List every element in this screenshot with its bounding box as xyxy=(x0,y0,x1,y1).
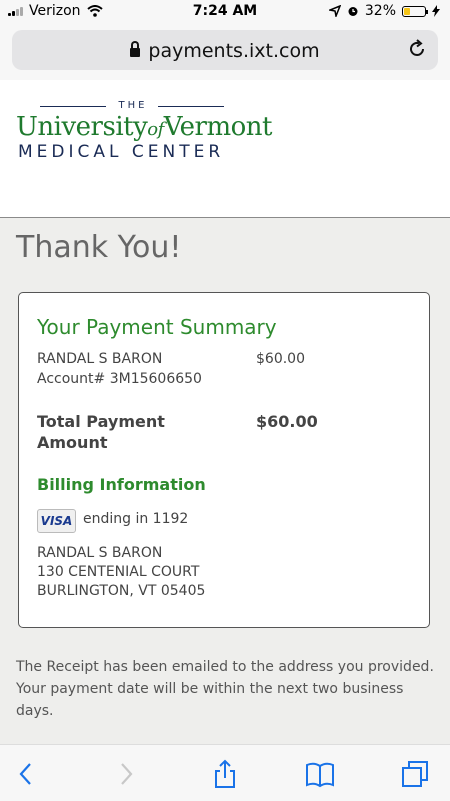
logo-rule xyxy=(158,106,224,107)
url-display[interactable]: payments.ixt.com xyxy=(12,40,438,62)
total-label: Total Payment Amount xyxy=(37,411,165,453)
payment-summary-card: Your Payment Summary RANDAL S BARON Acco… xyxy=(18,292,430,628)
battery-icon xyxy=(402,5,428,17)
total-label-line2: Amount xyxy=(37,433,108,452)
summary-heading: Your Payment Summary xyxy=(37,315,277,339)
status-right: 32% xyxy=(328,3,440,19)
alarm-icon xyxy=(348,7,358,16)
account-number: Account# 3M15606650 xyxy=(37,371,202,387)
logo-subtitle: MEDICAL CENTER xyxy=(18,142,225,162)
tabs-icon[interactable] xyxy=(400,759,430,789)
location-icon xyxy=(328,5,341,17)
url-field[interactable]: payments.ixt.com xyxy=(12,30,438,70)
card-ending: ending in 1192 xyxy=(83,511,189,527)
lock-icon xyxy=(130,41,141,57)
payer-name: RANDAL S BARON xyxy=(37,351,163,367)
reload-icon[interactable] xyxy=(406,38,428,60)
forward-icon[interactable] xyxy=(110,759,140,789)
receipt-notice: The Receipt has been emailed to the addr… xyxy=(16,659,434,719)
battery-percent: 32% xyxy=(364,3,396,19)
status-bar: Verizon 7:24 AM 32% xyxy=(0,0,450,24)
visa-card-icon: VISA xyxy=(37,509,76,533)
logo-wordmark: UniversityofVermont xyxy=(16,112,273,142)
back-icon[interactable] xyxy=(12,759,42,789)
charging-icon xyxy=(432,5,440,17)
logo-name-vermont: Vermont xyxy=(163,112,273,142)
bookmarks-icon[interactable] xyxy=(305,759,335,789)
logo-name-of: of xyxy=(147,119,164,140)
brand-header: THE UniversityofVermont MEDICAL CENTER xyxy=(0,80,450,218)
total-amount: $60.00 xyxy=(256,412,318,431)
url-text: payments.ixt.com xyxy=(148,40,320,62)
billing-address-line: BURLINGTON, VT 05405 xyxy=(37,583,206,599)
billing-heading: Billing Information xyxy=(37,475,206,494)
billing-address-line: 130 CENTENIAL COURT xyxy=(37,564,200,580)
browser-toolbar xyxy=(0,744,450,801)
browser-address-bar: payments.ixt.com xyxy=(0,24,450,80)
payment-amount: $60.00 xyxy=(256,351,305,367)
logo-name-university: University xyxy=(16,112,148,142)
total-label-line1: Total Payment xyxy=(37,412,165,431)
billing-address-line: RANDAL S BARON xyxy=(37,545,163,561)
share-icon[interactable] xyxy=(210,759,240,789)
page-title: Thank You! xyxy=(16,230,182,265)
